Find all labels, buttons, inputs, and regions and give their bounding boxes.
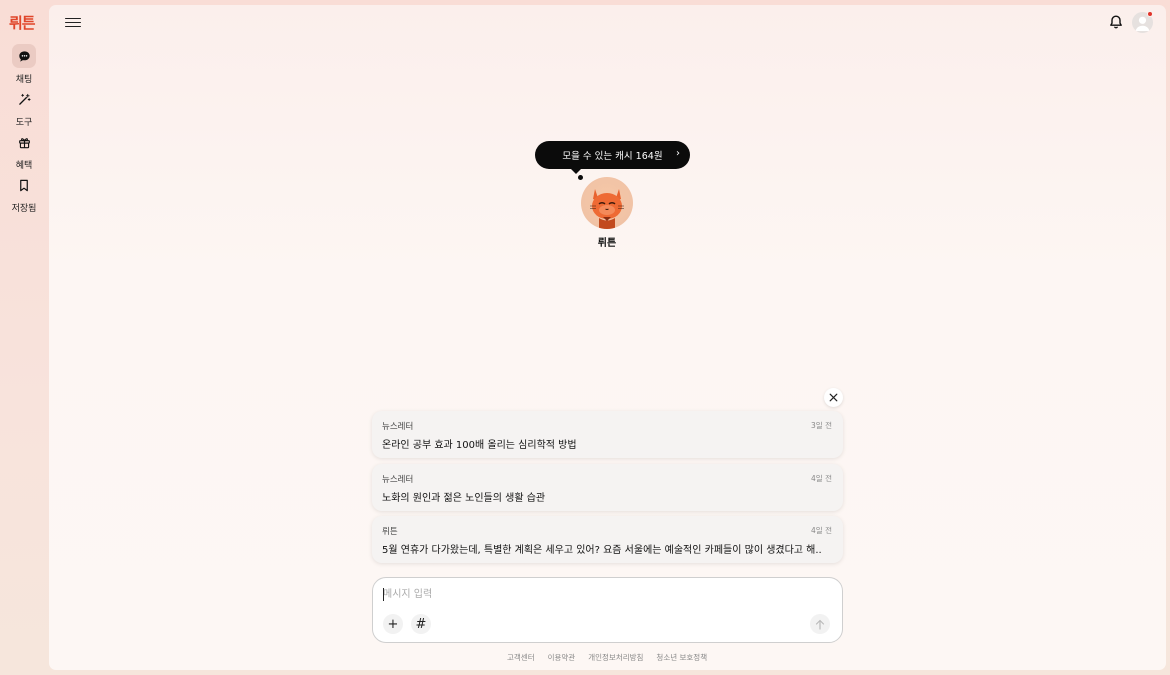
hashtag-button[interactable]: # [411,614,431,634]
recent-card-time: 3일 전 [811,421,832,430]
footer-link-privacy[interactable]: 개인정보처리방침 [588,652,643,663]
recent-card[interactable]: 뉴스레터 4일 전 노화의 원인과 젊은 노인들의 생활 습관 [372,464,843,511]
bubble-dot [578,175,583,180]
logo[interactable]: 뤼튼 [9,12,36,33]
notification-dot [1147,11,1153,17]
arrow-up-icon [815,619,825,630]
chat-icon [12,44,36,68]
cash-bubble-button[interactable]: 모을 수 있는 캐시 164원 › [535,141,690,169]
footer-link-support[interactable]: 고객센터 [507,652,535,663]
sidebar-item-label: 저장됨 [11,204,37,214]
close-icon [829,393,838,402]
bookmark-icon [12,173,36,197]
recent-card-title: 온라인 공부 효과 100배 올리는 심리학적 방법 [382,440,577,451]
recent-card-source: 뉴스레터 [382,475,414,485]
bell-icon[interactable] [1108,14,1124,30]
footer-links: 고객센터 이용약관 개인정보처리방침 청소년 보호정책 [507,652,707,663]
recent-card-time: 4일 전 [811,474,832,483]
character-avatar[interactable] [581,177,633,229]
recent-card-source: 뉴스레터 [382,422,414,432]
sidebar-item-label: 채팅 [15,75,33,85]
recent-card-title: 5월 연휴가 다가왔는데, 특별한 계획은 세우고 있어? 요즘 서울에는 예술… [382,545,822,556]
recent-card-time: 4일 전 [811,526,832,535]
message-input[interactable] [383,586,823,602]
bubble-tail [570,168,582,174]
send-button[interactable] [810,614,830,634]
recent-card-title: 노화의 원인과 젊은 노인들의 생활 습관 [382,493,546,504]
recent-card-source: 뤼튼 [382,527,398,537]
recent-card[interactable]: 뉴스레터 3일 전 온라인 공부 효과 100배 올리는 심리학적 방법 [372,411,843,458]
message-composer: + # [372,577,843,643]
main-panel: 모을 수 있는 캐시 164원 › 뤼튼 뉴스레터 3일 전 온라인 공부 효과… [49,5,1166,670]
sidebar-item-saved[interactable]: 저장됨 [0,173,48,214]
hashtag-icon: # [415,616,427,632]
add-attachment-button[interactable]: + [383,614,403,634]
sidebar: 뤼튼 채팅 도구 혜택 저장됨 [0,0,48,675]
chevron-right-icon: › [676,148,680,159]
hamburger-menu-icon[interactable] [65,15,81,29]
close-recent-button[interactable] [824,388,843,407]
sidebar-item-label: 도구 [15,118,33,128]
footer-link-youth-policy[interactable]: 청소년 보호정책 [656,652,707,663]
sidebar-item-chat[interactable]: 채팅 [0,44,48,85]
sidebar-item-label: 혜택 [15,161,33,171]
character-name: 뤼튼 [597,238,617,249]
sidebar-item-tools[interactable]: 도구 [0,87,48,128]
footer-link-terms[interactable]: 이용약관 [548,652,576,663]
plus-icon: + [387,616,399,632]
text-caret [383,588,384,601]
recent-card[interactable]: 뤼튼 4일 전 5월 연휴가 다가왔는데, 특별한 계획은 세우고 있어? 요즘… [372,516,843,563]
magic-wand-icon [12,87,36,111]
cash-bubble-label: 모을 수 있는 캐시 164원 [562,151,663,162]
gift-icon [12,130,36,154]
sidebar-item-benefits[interactable]: 혜택 [0,130,48,171]
